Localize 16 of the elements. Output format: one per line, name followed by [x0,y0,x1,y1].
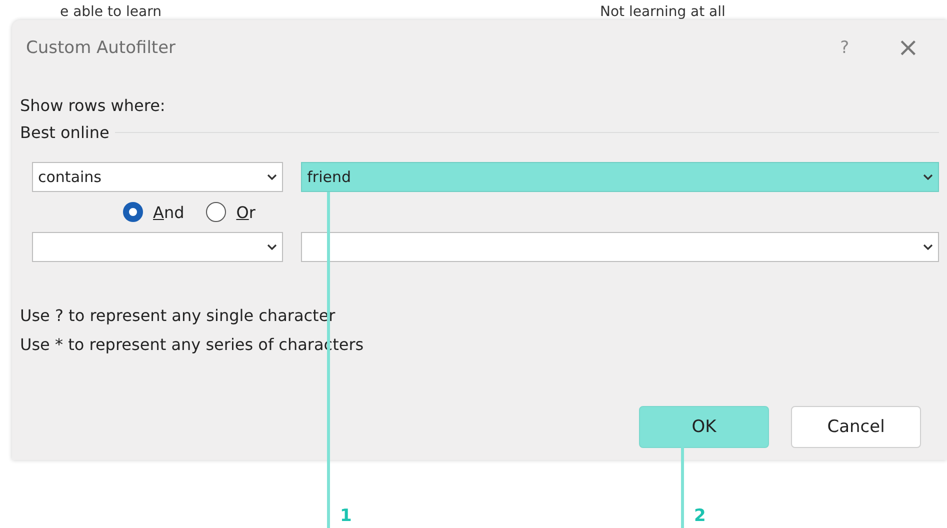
operator-dropdown[interactable]: contains [32,162,284,192]
radio-option[interactable]: And [123,202,184,222]
cell-text: Not learning at all [600,4,726,20]
hint-text: Use * to represent any series of characters [20,335,365,354]
value-field[interactable]: friend [301,162,939,192]
group-label: Best online [20,123,110,142]
prompt-text: Show rows where: [20,96,166,115]
radio-option[interactable]: Or [206,202,256,222]
close-button[interactable]: × [889,33,927,63]
cancel-button[interactable]: Cancel [791,406,921,448]
callout-number: 1 [340,506,352,526]
window-title: Custom Autofilter [26,38,177,58]
hint-text: Use ? to represent any single character [20,306,336,325]
callout-number: 2 [694,506,706,526]
cell-text: e able to learn [60,4,162,20]
ok-button[interactable]: OK [639,406,769,448]
